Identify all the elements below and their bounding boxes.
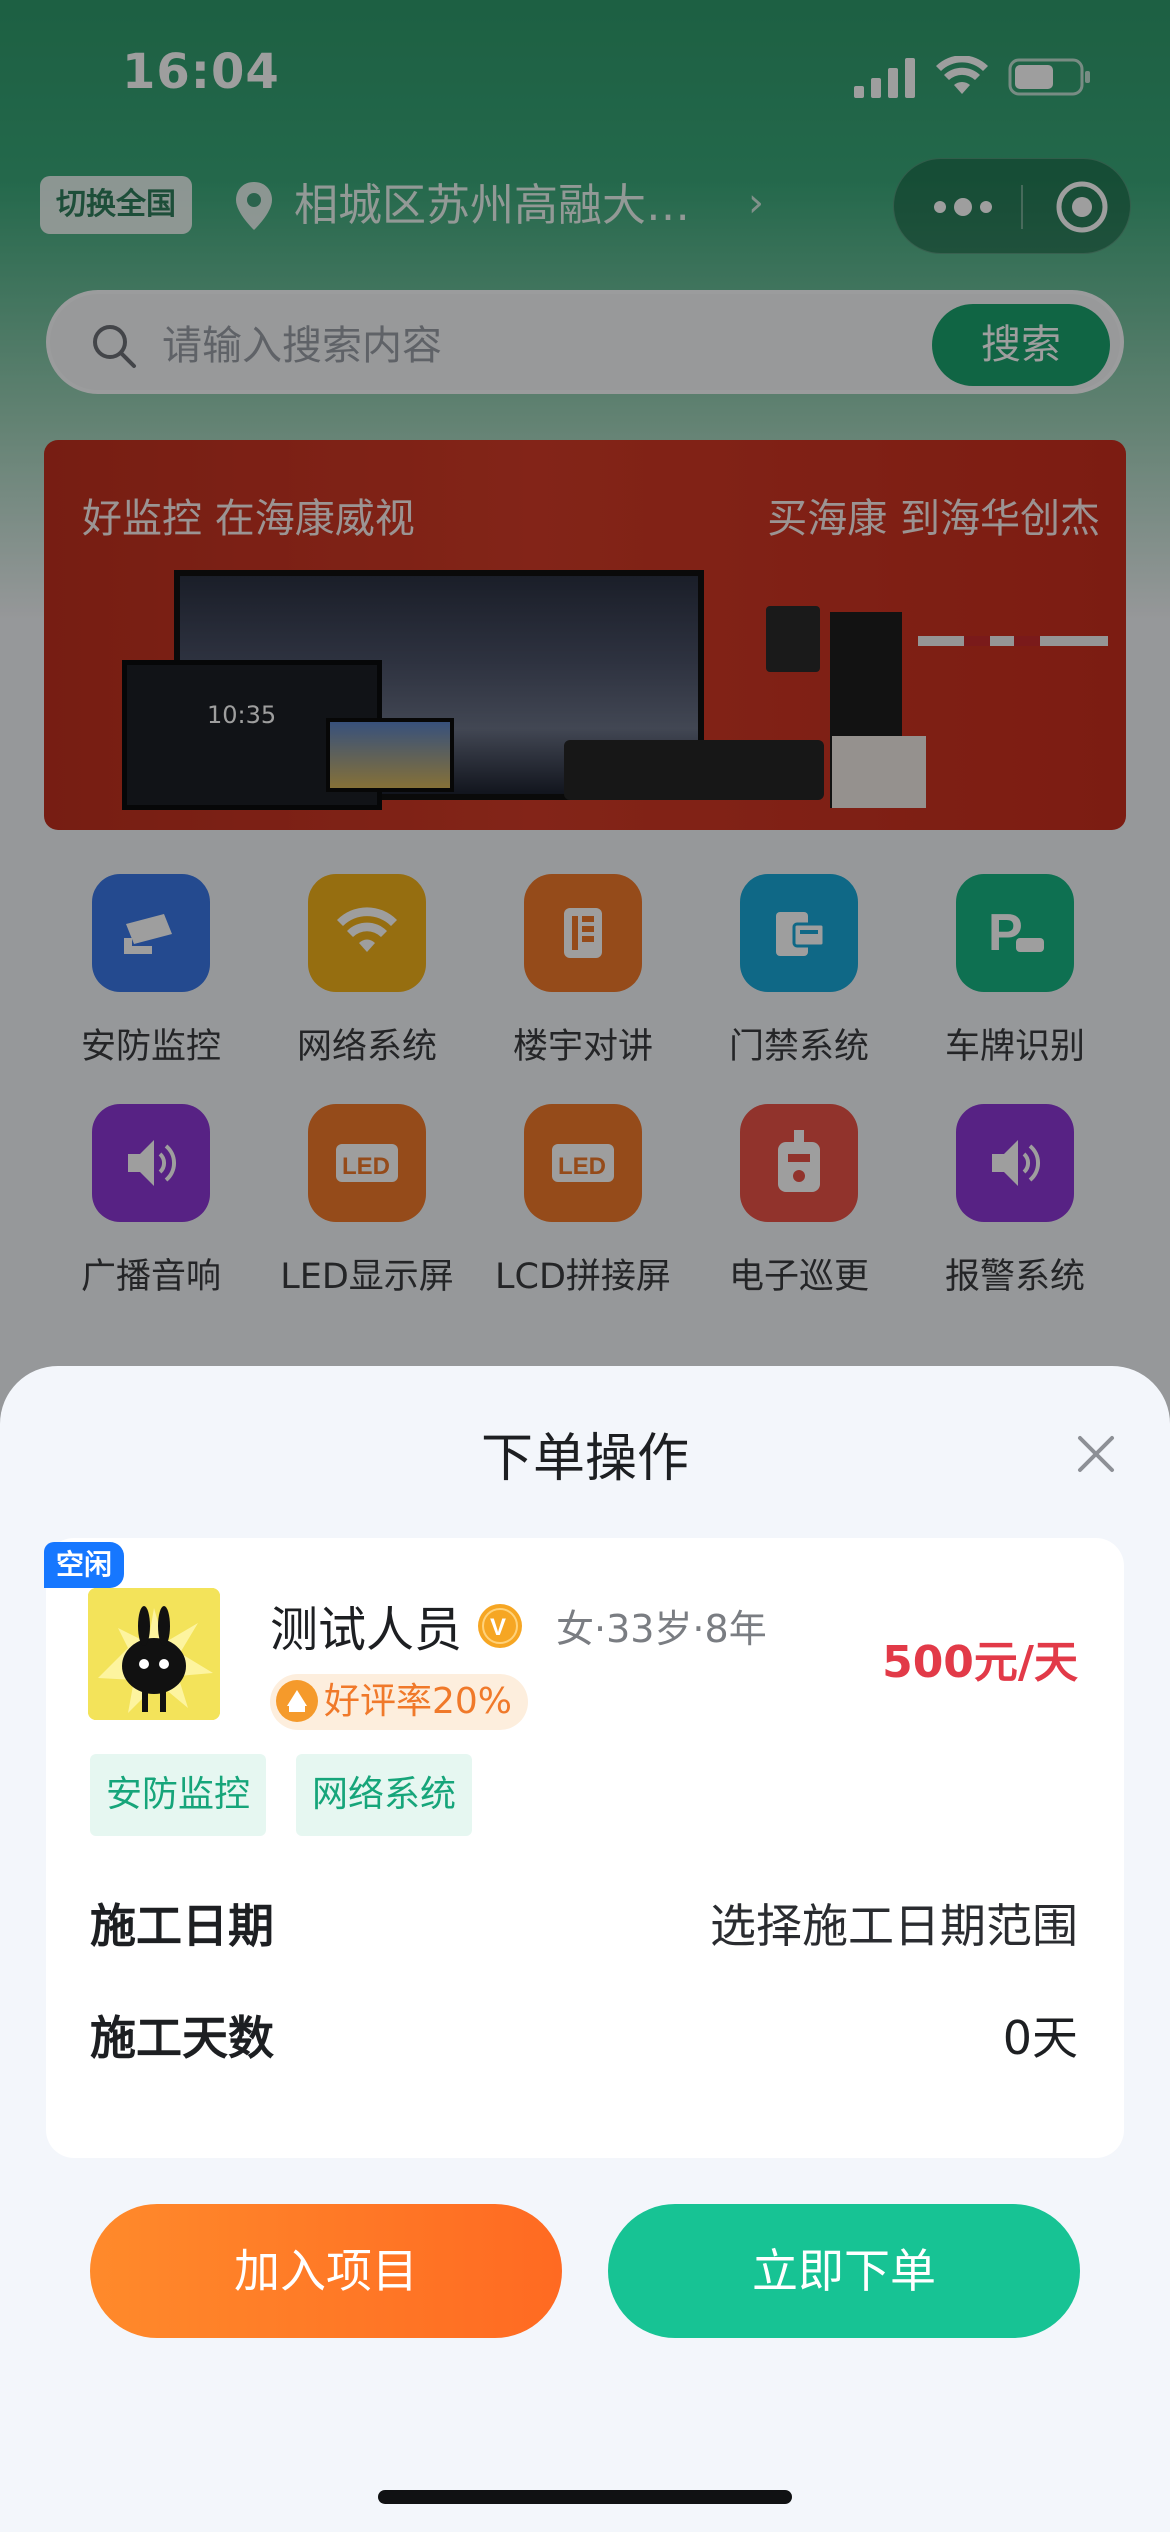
worker-card: 空闲 测试人员 V 女·33岁·8年 500元/天 好评率20% 安防监控 网络… (44, 1538, 1124, 2158)
construction-date-picker[interactable]: 选择施工日期范围 (710, 1890, 1078, 1956)
worker-meta: 女·33岁·8年 (556, 1607, 767, 1651)
avatar (88, 1588, 220, 1720)
add-to-project-button[interactable]: 加入项目 (90, 2204, 562, 2338)
sheet-title: 下单操作 (480, 1429, 689, 1489)
status-badge: 空闲 (44, 1542, 125, 1588)
rating-badge: 好评率20% (270, 1674, 529, 1730)
close-icon[interactable] (1072, 1430, 1120, 1478)
verified-badge-icon: V (478, 1604, 522, 1648)
construction-days-label: 施工天数 (90, 2011, 274, 2065)
home-indicator[interactable] (378, 2490, 792, 2504)
order-now-button[interactable]: 立即下单 (608, 2204, 1080, 2338)
construction-date-label: 施工日期 (90, 1899, 274, 1953)
skill-tag: 安防监控 (90, 1754, 267, 1836)
worker-daily-price: 500元/天 (882, 1637, 1078, 1688)
rating-text: 好评率20% (324, 1681, 513, 1722)
skill-tag: 网络系统 (296, 1754, 473, 1836)
medal-icon (276, 1680, 318, 1722)
worker-name: 测试人员 (270, 1602, 463, 1658)
screen: 16:04 切换全国 相城区苏州高融大… › 请输入搜索内容 搜索 好监控 在海… (0, 0, 1170, 2532)
order-bottom-sheet: 下单操作 空闲 测试人员 V 女·33岁·8年 500元/天 好评率20% 安防… (0, 1366, 1170, 2532)
construction-days-value: 0天 (1002, 2011, 1078, 2065)
svg-text:V: V (490, 1614, 506, 1641)
